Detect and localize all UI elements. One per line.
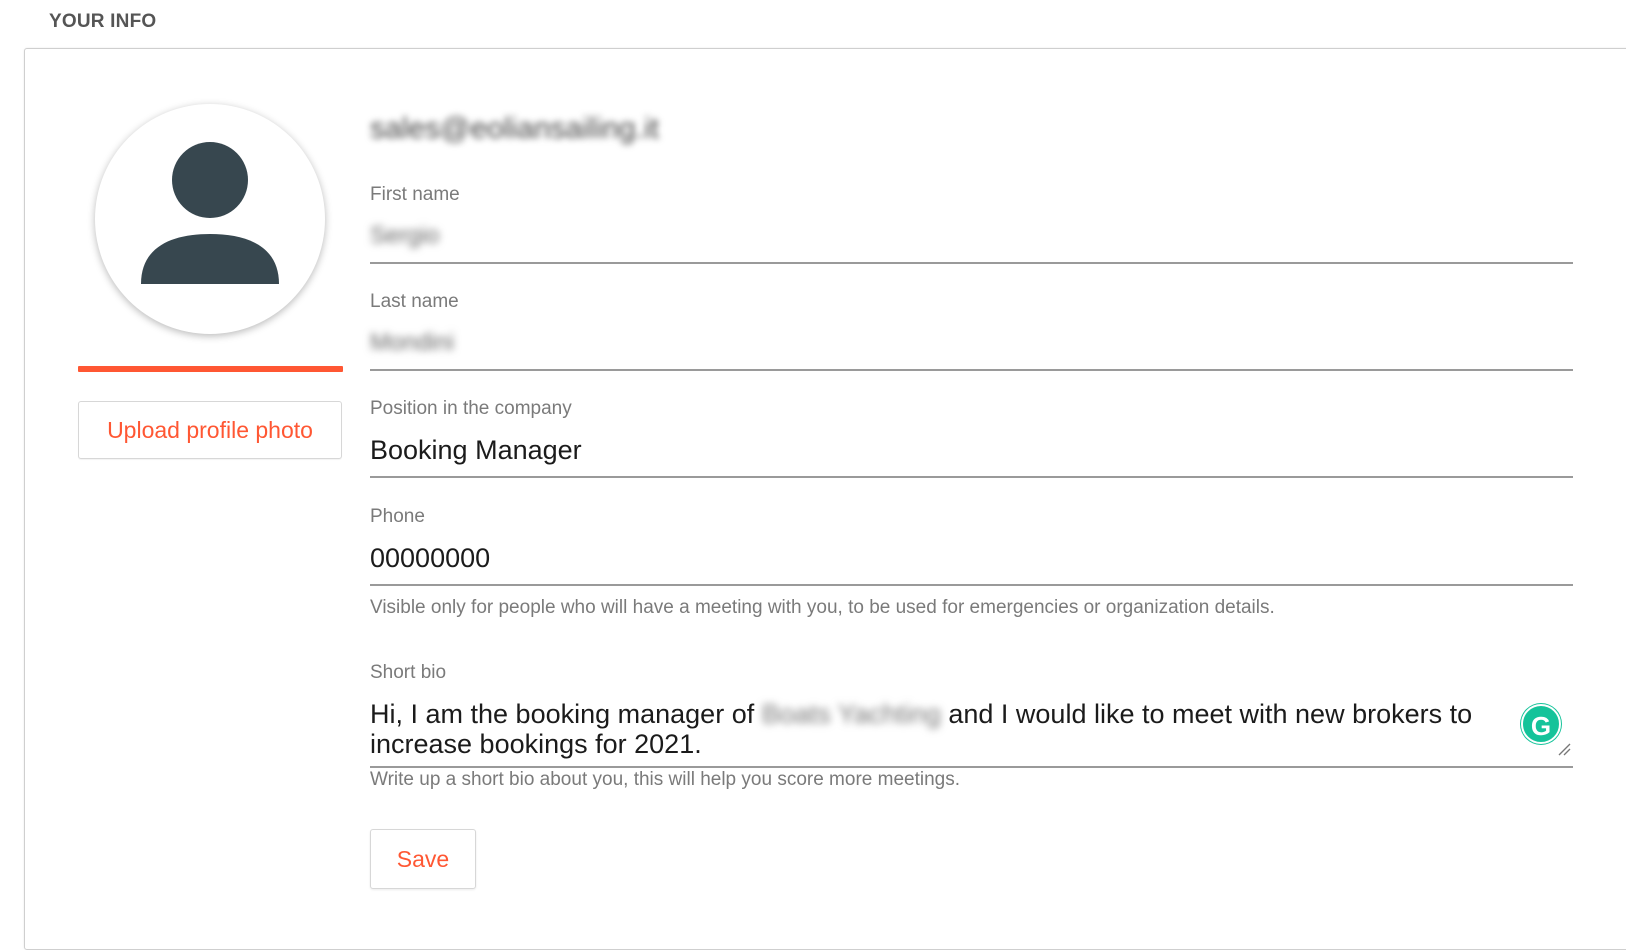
last-name-input[interactable]: Mondini bbox=[370, 324, 1573, 362]
position-underline bbox=[370, 476, 1573, 478]
section-title: YOUR INFO bbox=[49, 11, 157, 32]
first-name-input[interactable]: Sergio bbox=[370, 217, 1573, 255]
phone-label: Phone bbox=[370, 506, 425, 527]
short-bio-text-start: Hi, I am the booking manager of bbox=[370, 699, 762, 729]
short-bio-label: Short bio bbox=[370, 662, 447, 683]
first-name-field[interactable]: First name Sergio bbox=[370, 183, 1573, 264]
last-name-field[interactable]: Last name Mondini bbox=[370, 290, 1573, 371]
short-bio-textarea[interactable]: Hi, I am the booking manager of Boats Ya… bbox=[370, 699, 1490, 761]
position-input[interactable]: Booking Manager bbox=[370, 431, 1573, 469]
avatar[interactable] bbox=[95, 104, 325, 334]
phone-input[interactable]: 00000000 bbox=[370, 539, 1573, 577]
phone-field[interactable]: Phone 00000000 bbox=[370, 505, 1573, 586]
resize-handle-icon[interactable] bbox=[1557, 742, 1571, 756]
last-name-underline bbox=[370, 369, 1573, 371]
profile-completion-bar bbox=[78, 366, 343, 372]
last-name-label: Last name bbox=[370, 291, 459, 312]
user-silhouette-icon bbox=[141, 142, 279, 284]
short-bio-redacted-company: Boats Yachting bbox=[761, 699, 941, 729]
first-name-label: First name bbox=[370, 184, 460, 205]
position-field[interactable]: Position in the company Booking Manager bbox=[370, 397, 1573, 478]
save-button[interactable]: Save bbox=[370, 829, 476, 889]
phone-underline bbox=[370, 584, 1573, 586]
account-email: sales@eoliansailing.it bbox=[370, 112, 659, 145]
upload-profile-photo-button[interactable]: Upload profile photo bbox=[78, 401, 342, 459]
phone-helper-text: Visible only for people who will have a … bbox=[370, 597, 1275, 618]
first-name-underline bbox=[370, 262, 1573, 264]
short-bio-underline bbox=[370, 766, 1573, 768]
grammarly-icon[interactable]: G bbox=[1521, 704, 1561, 744]
short-bio-field[interactable]: Short bio Hi, I am the booking manager o… bbox=[370, 661, 1573, 768]
position-label: Position in the company bbox=[370, 398, 572, 419]
bio-helper-text: Write up a short bio about you, this wil… bbox=[370, 769, 960, 790]
